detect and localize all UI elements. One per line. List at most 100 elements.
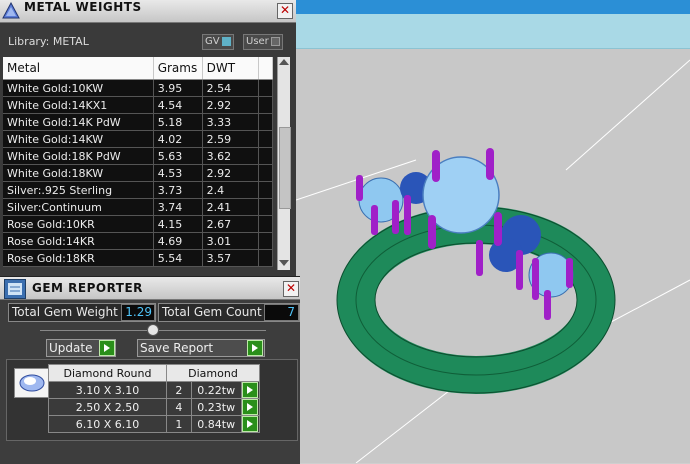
table-row[interactable]: Rose Gold:10KR 4.15 2.67 — [3, 215, 274, 233]
table-row[interactable]: 6.10 X 6.10 1 0.84tw — [48, 415, 261, 433]
row-spacer — [258, 113, 274, 131]
grams-value: 4.15 — [153, 215, 203, 233]
grams-value: 4.69 — [153, 232, 203, 250]
gem-weight: 0.23tw — [190, 398, 242, 416]
total-gem-weight-value: 1.29 — [121, 304, 155, 321]
total-gem-weight-box: Total Gem Weight 1.29 — [8, 303, 156, 322]
row-spacer — [258, 79, 274, 97]
gv-toggle-label: GV — [205, 36, 220, 47]
gem-row-go-icon[interactable] — [242, 416, 259, 432]
diamond-table: Diamond Round Diamond 3.10 X 3.10 2 0.22… — [48, 364, 261, 433]
metal-name: Silver:Continuum — [3, 198, 154, 216]
column-header-spacer — [258, 57, 274, 80]
library-label: Library: METAL — [8, 35, 89, 48]
table-row[interactable]: Rose Gold:18KR 5.54 3.57 — [3, 249, 274, 267]
gv-toggle[interactable]: GV — [202, 34, 234, 50]
gem-reporter-app-icon — [4, 279, 26, 299]
table-row[interactable]: White Gold:14K PdW 5.18 3.33 — [3, 113, 274, 131]
save-report-go-icon[interactable] — [247, 340, 263, 356]
gem-row-go[interactable] — [240, 398, 261, 416]
gem-weight: 0.22tw — [190, 381, 242, 399]
metal-weights-title: METAL WEIGHTS — [24, 0, 142, 14]
splitter-handle[interactable] — [147, 324, 159, 336]
metal-table-scrollbar[interactable] — [277, 57, 291, 270]
gem-count: 1 — [166, 415, 192, 433]
table-row[interactable]: White Gold:10KW 3.95 2.54 — [3, 79, 274, 97]
update-button[interactable]: Update — [46, 339, 116, 357]
metal-name: White Gold:14KX1 — [3, 96, 154, 114]
table-row[interactable]: White Gold:18KW 4.53 2.92 — [3, 164, 274, 182]
save-report-button[interactable]: Save Report — [137, 339, 265, 357]
metal-weights-titlebar[interactable]: METAL WEIGHTS ✕ — [0, 0, 296, 23]
dwt-value: 2.59 — [202, 130, 259, 148]
row-spacer — [258, 147, 274, 165]
metal-name: White Gold:18K PdW — [3, 147, 154, 165]
row-spacer — [258, 164, 274, 182]
grams-value: 3.74 — [153, 198, 203, 216]
total-gem-count-value: 7 — [264, 304, 299, 321]
row-spacer — [258, 249, 274, 267]
3d-viewport[interactable] — [296, 0, 690, 463]
row-spacer — [258, 215, 274, 233]
total-gem-count-label: Total Gem Count — [162, 305, 262, 319]
grams-value: 3.95 — [153, 79, 203, 97]
metal-name: Rose Gold:14KR — [3, 232, 154, 250]
metal-name: Rose Gold:10KR — [3, 215, 154, 233]
row-spacer — [258, 198, 274, 216]
user-toggle[interactable]: User — [243, 34, 283, 50]
column-header-metal[interactable]: Metal — [3, 57, 154, 80]
grams-value: 5.63 — [153, 147, 203, 165]
table-row[interactable]: White Gold:14KW 4.02 2.59 — [3, 130, 274, 148]
row-spacer — [258, 96, 274, 114]
dwt-value: 2.54 — [202, 79, 259, 97]
metal-name: White Gold:14K PdW — [3, 113, 154, 131]
table-row[interactable]: Silver:.925 Sterling 3.73 2.4 — [3, 181, 274, 199]
table-row[interactable]: 3.10 X 3.10 2 0.22tw — [48, 381, 261, 399]
user-toggle-label: User — [246, 36, 269, 47]
column-header-diamond[interactable]: Diamond — [166, 364, 260, 382]
close-icon[interactable]: ✕ — [277, 3, 293, 19]
dwt-value: 3.62 — [202, 147, 259, 165]
row-spacer — [258, 130, 274, 148]
gem-row-go-icon[interactable] — [242, 399, 259, 415]
gem-row-go-icon[interactable] — [242, 382, 259, 398]
gem-row-go[interactable] — [240, 415, 261, 433]
metal-name: White Gold:18KW — [3, 164, 154, 182]
column-header-diamond-round[interactable]: Diamond Round — [48, 364, 167, 382]
dwt-value: 2.67 — [202, 215, 259, 233]
gem-row-go[interactable] — [240, 381, 261, 399]
dwt-value: 2.41 — [202, 198, 259, 216]
table-row[interactable]: Rose Gold:14KR 4.69 3.01 — [3, 232, 274, 250]
gem-size: 6.10 X 6.10 — [48, 415, 167, 433]
scroll-up-icon[interactable] — [279, 59, 289, 65]
grams-value: 5.18 — [153, 113, 203, 131]
row-spacer — [258, 232, 274, 250]
metal-name: Rose Gold:18KR — [3, 249, 154, 267]
gem-weight: 0.84tw — [190, 415, 242, 433]
metal-name: Silver:.925 Sterling — [3, 181, 154, 199]
metal-name: White Gold:10KW — [3, 79, 154, 97]
total-gem-weight-label: Total Gem Weight — [12, 305, 118, 319]
gem-size: 3.10 X 3.10 — [48, 381, 167, 399]
gem-size: 2.50 X 2.50 — [48, 398, 167, 416]
scroll-down-icon[interactable] — [279, 260, 289, 266]
table-row[interactable]: Silver:Continuum 3.74 2.41 — [3, 198, 274, 216]
dwt-value: 2.92 — [202, 164, 259, 182]
column-header-dwt[interactable]: DWT — [202, 57, 259, 80]
gem-reporter-titlebar[interactable]: GEM REPORTER ✕ — [0, 277, 300, 300]
table-row[interactable]: White Gold:14KX1 4.54 2.92 — [3, 96, 274, 114]
scroll-thumb[interactable] — [279, 127, 291, 209]
column-header-grams[interactable]: Grams — [153, 57, 203, 80]
metal-weights-panel: METAL WEIGHTS ✕ Library: METAL GV User M… — [0, 0, 296, 276]
table-row[interactable]: 2.50 X 2.50 4 0.23tw — [48, 398, 261, 416]
grams-value: 5.54 — [153, 249, 203, 267]
dwt-value: 3.33 — [202, 113, 259, 131]
update-go-icon[interactable] — [99, 340, 115, 356]
dwt-value: 2.4 — [202, 181, 259, 199]
row-spacer — [258, 181, 274, 199]
dwt-value: 3.57 — [202, 249, 259, 267]
grams-value: 4.02 — [153, 130, 203, 148]
close-icon[interactable]: ✕ — [283, 281, 299, 297]
table-row[interactable]: White Gold:18K PdW 5.63 3.62 — [3, 147, 274, 165]
user-indicator-icon — [270, 36, 280, 46]
